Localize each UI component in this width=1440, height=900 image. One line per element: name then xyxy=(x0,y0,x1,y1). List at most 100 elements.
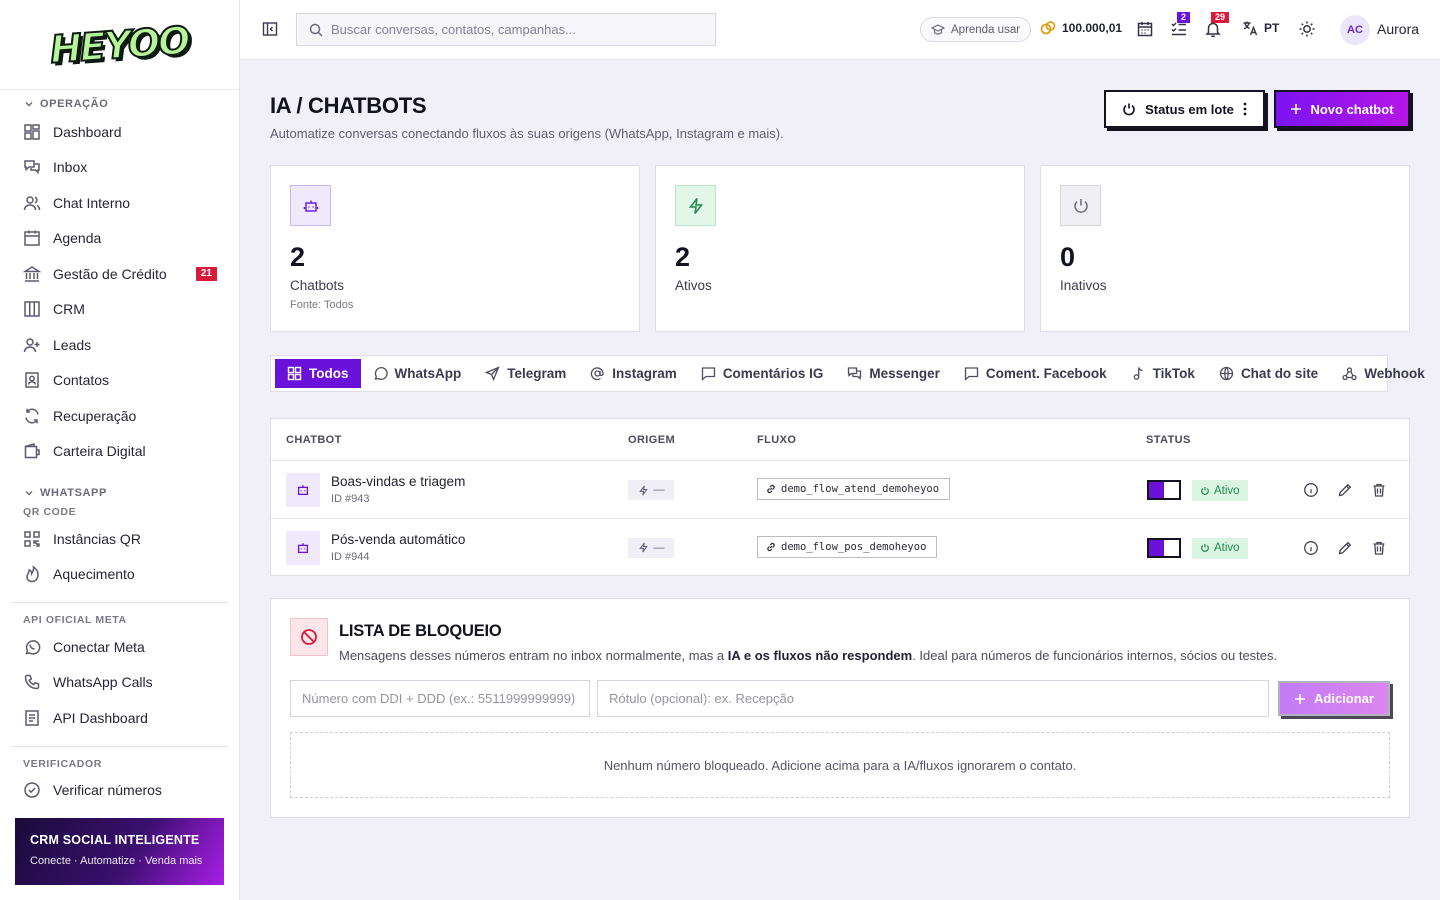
tab-whatsapp[interactable]: WhatsApp xyxy=(361,359,474,388)
stat-card-chatbots: 2 Chatbots Fonte: Todos xyxy=(270,165,640,332)
number-input[interactable] xyxy=(302,691,578,706)
info-icon[interactable] xyxy=(1303,540,1319,556)
section-label: WHATSAPP xyxy=(40,487,107,499)
topbar: Aprenda usar 100.000,01 2 29 PT AC Auror… xyxy=(240,0,1440,60)
notifications-badge: 29 xyxy=(1211,12,1230,23)
sidebar-item-whatsapp-calls[interactable]: WhatsApp Calls xyxy=(0,665,239,701)
sidebar-item-label: Carteira Digital xyxy=(53,443,146,460)
avatar[interactable]: AC xyxy=(1340,15,1370,45)
edit-icon[interactable] xyxy=(1337,482,1353,498)
column-header-status: STATUS xyxy=(1146,434,1191,446)
label-input[interactable] xyxy=(609,691,1257,706)
new-chatbot-button[interactable]: Novo chatbot xyxy=(1274,90,1410,128)
sidebar-item-contatos[interactable]: Contatos xyxy=(0,363,239,399)
trash-icon[interactable] xyxy=(1371,482,1387,498)
status-label: Ativo xyxy=(1214,542,1240,554)
calendar-icon[interactable] xyxy=(1136,20,1154,38)
sidebar-item-instancias-qr[interactable]: Instâncias QR xyxy=(0,521,239,557)
tab-label: Webhook xyxy=(1364,366,1425,381)
subsection-verificador: VERIFICADOR xyxy=(23,757,102,770)
brand-logo[interactable]: HEYOO xyxy=(48,17,191,73)
status-toggle[interactable] xyxy=(1147,480,1181,500)
check-circle-icon xyxy=(24,782,40,798)
flow-name: demo_flow_pos_demoheyoo xyxy=(781,540,927,553)
chat-bubbles-icon xyxy=(24,160,40,175)
graduation-cap-icon xyxy=(931,23,945,35)
number-field[interactable] xyxy=(290,680,590,717)
sun-icon[interactable] xyxy=(1298,20,1316,38)
count-badge: 21 xyxy=(195,266,217,281)
tab-webhook[interactable]: Webhook xyxy=(1330,359,1437,388)
language-selector[interactable]: PT xyxy=(1242,20,1279,36)
power-icon xyxy=(1123,103,1135,116)
coins-icon xyxy=(1040,21,1056,35)
logo-area: HEYOO xyxy=(0,0,239,90)
sidebar-item-verificar-numeros[interactable]: Verificar números xyxy=(0,773,239,803)
flow-chip[interactable]: demo_flow_atend_demoheyoo xyxy=(757,478,951,500)
notifications-button[interactable]: 29 xyxy=(1204,12,1230,38)
tasks-button[interactable]: 2 xyxy=(1170,12,1191,38)
bolt-icon xyxy=(688,197,703,214)
sidebar-item-api-dashboard[interactable]: API Dashboard xyxy=(0,700,239,736)
plus-icon xyxy=(1295,693,1306,704)
origin-value: — xyxy=(653,541,665,554)
sidebar-item-crm[interactable]: CRM xyxy=(0,292,239,328)
credits-balance[interactable]: 100.000,01 xyxy=(1040,20,1122,36)
column-header-origem: ORIGEM xyxy=(628,434,676,446)
flow-name: demo_flow_atend_demoheyoo xyxy=(781,483,940,495)
chevron-down-icon xyxy=(25,102,33,107)
sidebar-item-aquecimento[interactable]: Aquecimento xyxy=(0,557,239,593)
sidebar-item-chat-interno[interactable]: Chat Interno xyxy=(0,185,239,221)
status-toggle[interactable] xyxy=(1147,537,1181,558)
subsection-api-meta: API OFICIAL META xyxy=(23,614,127,626)
section-whatsapp[interactable]: WHATSAPP xyxy=(0,483,239,503)
search-input[interactable] xyxy=(331,22,701,37)
sidebar-item-carteira[interactable]: Carteira Digital xyxy=(0,434,239,470)
chevron-down-icon xyxy=(25,491,33,496)
add-button[interactable]: Adicionar xyxy=(1278,681,1390,716)
trash-icon[interactable] xyxy=(1371,540,1387,556)
info-icon[interactable] xyxy=(1303,482,1319,498)
user-name[interactable]: Aurora xyxy=(1377,21,1419,37)
tab-comentarios-ig[interactable]: Comentários IG xyxy=(689,359,836,388)
tab-messenger[interactable]: Messenger xyxy=(835,359,952,388)
table-row[interactable]: Pós-venda automático ID #944 — demo_flow… xyxy=(271,519,1409,577)
tab-telegram[interactable]: Telegram xyxy=(473,359,578,388)
music-note-icon xyxy=(1133,367,1143,380)
stat-card-inativos: 0 Inativos xyxy=(1040,165,1410,332)
tab-coment-facebook[interactable]: Coment. Facebook xyxy=(952,359,1119,388)
promo-title: CRM SOCIAL INTELIGENTE xyxy=(30,833,200,847)
chatbot-name: Pós-venda automático xyxy=(331,531,466,547)
tab-tiktok[interactable]: TikTok xyxy=(1119,359,1207,388)
tab-instagram[interactable]: Instagram xyxy=(578,359,689,388)
sidebar-item-conectar-meta[interactable]: Conectar Meta xyxy=(0,629,239,665)
sidebar-item-leads[interactable]: Leads xyxy=(0,327,239,363)
promo-banner[interactable]: CRM SOCIAL INTELIGENTE Conecte · Automat… xyxy=(15,818,224,885)
column-header-fluxo: FLUXO xyxy=(757,434,797,446)
tasks-badge: 2 xyxy=(1177,12,1191,23)
label-field[interactable] xyxy=(597,680,1269,717)
sidebar-toggle-icon[interactable] xyxy=(262,21,278,37)
edit-icon[interactable] xyxy=(1337,540,1353,556)
sidebar-item-dashboard[interactable]: Dashboard xyxy=(0,114,239,150)
batch-status-button[interactable]: Status em lote xyxy=(1104,90,1265,128)
calendar-icon xyxy=(24,230,40,246)
tab-label: Telegram xyxy=(507,366,567,381)
section-operacao[interactable]: OPERAÇÃO xyxy=(0,94,239,114)
tab-todos[interactable]: Todos xyxy=(275,359,361,388)
learn-button[interactable]: Aprenda usar xyxy=(920,17,1032,42)
sidebar-item-inbox[interactable]: Inbox xyxy=(0,150,239,186)
tab-chat-do-site[interactable]: Chat do site xyxy=(1207,359,1330,388)
table-header: CHATBOT ORIGEM FLUXO STATUS xyxy=(271,419,1409,461)
sidebar-item-label: Conectar Meta xyxy=(53,638,145,655)
sidebar-item-gestao-credito[interactable]: Gestão de Crédito 21 xyxy=(0,256,239,292)
sidebar-nav: OPERAÇÃO Dashboard Inbox Chat Interno Ag… xyxy=(0,92,239,802)
flow-chip[interactable]: demo_flow_pos_demoheyoo xyxy=(757,535,938,558)
search-bar[interactable] xyxy=(296,13,716,46)
table-row[interactable]: Boas-vindas e triagem ID #943 — demo_flo… xyxy=(271,461,1409,519)
sidebar-item-agenda[interactable]: Agenda xyxy=(0,221,239,257)
sidebar-item-label: Dashboard xyxy=(53,123,122,140)
tab-label: Todos xyxy=(309,366,349,381)
sidebar-item-recuperacao[interactable]: Recuperação xyxy=(0,398,239,434)
power-icon xyxy=(1201,544,1209,552)
